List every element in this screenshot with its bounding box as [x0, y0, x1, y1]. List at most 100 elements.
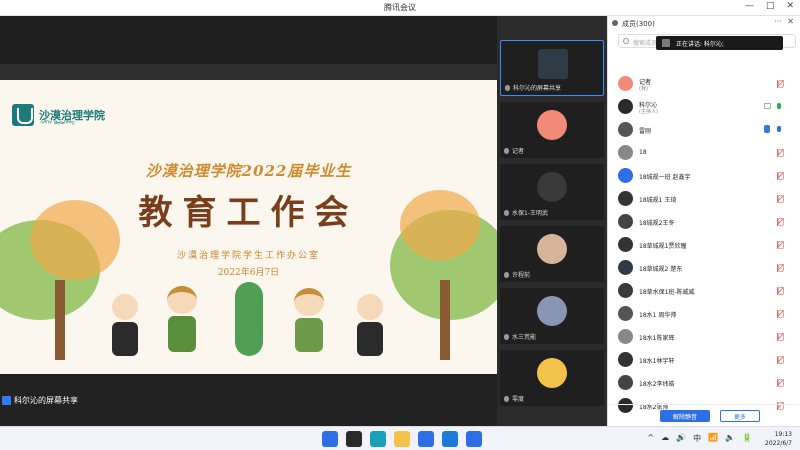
- character-graduate-4: [355, 288, 385, 358]
- member-row[interactable]: 18草水保1班-陈威威: [608, 279, 800, 302]
- video-tile[interactable]: 水三荒能: [500, 288, 604, 344]
- video-tile-name: 水三荒能: [512, 334, 537, 341]
- share-label-text: 科尔沁的屏幕共享: [14, 396, 78, 405]
- member-row[interactable]: 18: [608, 141, 800, 164]
- avatar: [618, 214, 633, 229]
- avatar: [618, 352, 633, 367]
- mic-muted-icon[interactable]: [777, 80, 784, 88]
- minimize-button[interactable]: —: [745, 1, 754, 11]
- video-tile-name: 记者: [512, 148, 525, 155]
- mic-icon[interactable]: [777, 126, 783, 134]
- speaking-text: 正在讲话: 科尔沁;: [676, 41, 724, 48]
- video-tile-name: 水保1-王明武: [512, 210, 548, 217]
- member-name: 18草水保1班-陈威威: [639, 289, 695, 296]
- tray-item-icon[interactable]: 🔊: [676, 433, 686, 444]
- avatar: [618, 76, 633, 91]
- store-icon[interactable]: [442, 431, 458, 447]
- mic-muted-icon[interactable]: [777, 333, 784, 341]
- mic-icon: [504, 271, 509, 278]
- mail-icon[interactable]: [418, 431, 434, 447]
- explorer-icon[interactable]: [394, 431, 410, 447]
- mic-muted-icon[interactable]: [777, 287, 784, 295]
- member-name: 18城规一班 赵鑫宇: [639, 174, 691, 181]
- close-panel-icon[interactable]: ✕: [787, 17, 794, 26]
- video-tile[interactable]: 记者: [500, 102, 604, 158]
- member-name: 18城规2王冬: [639, 220, 675, 227]
- taskview-icon[interactable]: [346, 431, 362, 447]
- member-name: 18水1林宇轩: [639, 358, 675, 365]
- tray-item-icon[interactable]: 中: [693, 433, 701, 444]
- member-name: 18草城规2 楚东: [639, 266, 683, 273]
- member-row[interactable]: 18城规1 王琦: [608, 187, 800, 210]
- members-panel-footer: 解除静音 更多: [608, 404, 800, 426]
- mic-muted-icon[interactable]: [777, 149, 784, 157]
- taskbar: ^ ☁ 🔊 中 📶 🔈 🔋 19:13 2022/6/7: [0, 426, 800, 450]
- mic-muted-icon[interactable]: [777, 356, 784, 364]
- meeting-icon[interactable]: [466, 431, 482, 447]
- member-row[interactable]: 18水1 周华帅: [608, 302, 800, 325]
- member-name: 18: [639, 149, 647, 156]
- member-row[interactable]: 18城规2王冬: [608, 210, 800, 233]
- video-tile[interactable]: 零度: [500, 350, 604, 406]
- slide-title-line1: 沙漠治理学院2022届毕业生: [145, 162, 352, 180]
- avatar: [537, 358, 567, 388]
- mic-icon: [504, 395, 509, 402]
- video-tile[interactable]: 科尔沁的屏幕共享: [500, 40, 604, 96]
- camera-icon[interactable]: [764, 103, 771, 109]
- raise-hand-icon: [764, 125, 770, 133]
- taskbar-apps: [322, 431, 482, 447]
- clock-date: 2022/6/7: [765, 440, 792, 447]
- member-name: 18水1陈家辉: [639, 335, 675, 342]
- member-row[interactable]: 科尔沁 (主持人): [608, 95, 800, 118]
- mic-muted-icon[interactable]: [777, 172, 784, 180]
- maximize-button[interactable]: □: [766, 1, 775, 11]
- video-tile[interactable]: 水保1-王明武: [500, 164, 604, 220]
- avatar: [618, 306, 633, 321]
- mic-muted-icon[interactable]: [777, 310, 784, 318]
- member-row[interactable]: 18水1陈家辉: [608, 325, 800, 348]
- presentation-slide: 沙漠治理学院 ᠰᠠᠯᠬᠢᠨ ᠬᠦᠷᠦᠭᠡᠯᠡᠩ 沙漠治理学院2022届毕业生 教…: [0, 80, 497, 374]
- video-tile[interactable]: 许程前: [500, 226, 604, 282]
- mic-muted-icon[interactable]: [777, 195, 784, 203]
- tray-item-icon[interactable]: 🔈: [725, 433, 735, 444]
- member-name: 18水2李纬皓: [639, 381, 675, 388]
- clock-time: 19:13: [774, 431, 792, 438]
- speaking-indicator: 正在讲话: 科尔沁;: [656, 36, 783, 50]
- tray-item-icon[interactable]: 📶: [708, 433, 718, 444]
- tray-item-icon[interactable]: 🔋: [742, 433, 752, 444]
- mic-muted-icon[interactable]: [777, 218, 784, 226]
- members-panel-header: 成员(300) ··· ✕: [608, 16, 800, 30]
- member-row[interactable]: 18水1林宇轩: [608, 348, 800, 371]
- member-row[interactable]: 18城规一班 赵鑫宇: [608, 164, 800, 187]
- tray-item-icon[interactable]: ^: [647, 433, 654, 444]
- mic-muted-icon[interactable]: [777, 379, 784, 387]
- member-role: (主持人): [639, 109, 658, 115]
- avatar: [618, 168, 633, 183]
- mic-icon[interactable]: [777, 103, 783, 111]
- mic-muted-icon[interactable]: [777, 264, 784, 272]
- member-row[interactable]: 记者 (我): [608, 72, 800, 95]
- person-icon: [612, 20, 618, 26]
- taskbar-clock[interactable]: 19:13 2022/6/7: [765, 430, 792, 448]
- tray-item-icon[interactable]: ☁: [661, 433, 669, 444]
- more-options-icon[interactable]: ···: [774, 17, 782, 26]
- member-row[interactable]: 18草城规1贾欣瞳: [608, 233, 800, 256]
- member-row[interactable]: 18草城规2 楚东: [608, 256, 800, 279]
- member-name: 18水1 周华帅: [639, 312, 677, 319]
- video-tile-name: 科尔沁的屏幕共享: [513, 85, 562, 92]
- mic-icon: [504, 147, 509, 154]
- search-icon: [623, 38, 629, 44]
- member-name: 18草城规1贾欣瞳: [639, 243, 687, 250]
- avatar: [618, 122, 633, 137]
- more-button[interactable]: 更多: [720, 410, 760, 422]
- edge-icon[interactable]: [370, 431, 386, 447]
- logo-subtext: ᠰᠠᠯᠬᠢᠨ ᠬᠦᠷᠦᠭᠡᠯᠡᠩ: [40, 120, 75, 126]
- avatar: [618, 375, 633, 390]
- unmute-all-button[interactable]: 解除静音: [660, 410, 710, 422]
- close-button[interactable]: ✕: [786, 1, 794, 11]
- mic-muted-icon[interactable]: [777, 241, 784, 249]
- member-row[interactable]: 雷刚: [608, 118, 800, 141]
- member-row[interactable]: 18水2李纬皓: [608, 371, 800, 394]
- start-icon[interactable]: [322, 431, 338, 447]
- avatar: [618, 329, 633, 344]
